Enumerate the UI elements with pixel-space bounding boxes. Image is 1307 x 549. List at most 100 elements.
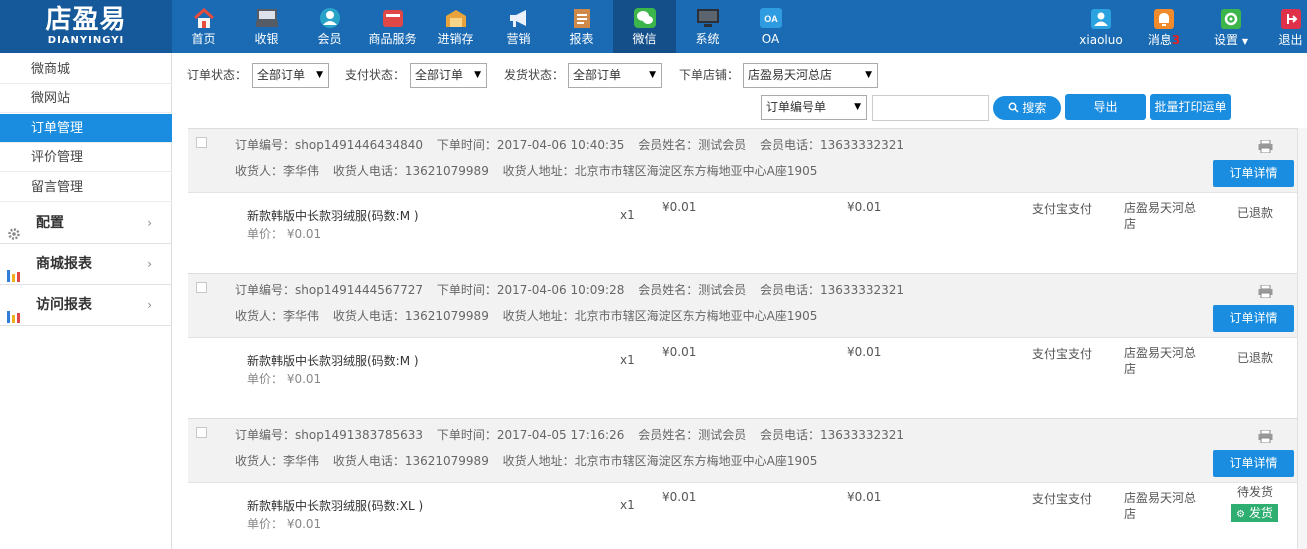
order-status-select[interactable]: 全部订单 ▼ <box>252 63 329 88</box>
printer-icon[interactable] <box>1258 284 1273 299</box>
receiver-phone: 收货人电话：13621079989 <box>332 164 489 178</box>
search-button-label: 搜索 <box>1022 101 1047 115</box>
chevron-right-icon: › <box>147 298 152 312</box>
search-input[interactable] <box>872 95 989 121</box>
nav-wechat[interactable]: 微信 <box>613 0 676 53</box>
order-detail-button[interactable]: 订单详情 <box>1213 305 1294 332</box>
chevron-right-icon: › <box>147 257 152 271</box>
member-icon <box>318 7 342 29</box>
ship-status-select[interactable]: 全部订单 ▼ <box>568 63 662 88</box>
order-time: 下单时间：2017-04-05 17:16:26 <box>436 428 625 442</box>
order-number: 订单编号：shop1491446434840 <box>235 138 424 152</box>
store-label: 下单店铺： <box>679 68 740 82</box>
sidebar-group-mall-report[interactable]: 商城报表 › <box>0 244 172 285</box>
order-store: 店盈易天河总店 <box>1124 201 1197 231</box>
logo[interactable]: 店盈易 DIANYINGYI <box>0 0 172 53</box>
sidebar-item-messages[interactable]: 留言管理 <box>0 173 172 202</box>
messages-count: 3 <box>1171 33 1181 47</box>
order-header: 订单编号：shop1491383785633 下单时间：2017-04-05 1… <box>188 418 1303 483</box>
nav-system[interactable]: 系统 <box>676 0 739 53</box>
member-name: 会员姓名：测试会员 <box>638 138 747 152</box>
printer-icon[interactable] <box>1258 139 1273 154</box>
order-checkbox[interactable] <box>196 427 207 438</box>
quantity: x1 <box>620 208 635 222</box>
bar-chart-icon <box>7 258 21 282</box>
logout-button[interactable]: 退出 <box>1274 0 1307 53</box>
order-store: 店盈易天河总店 <box>1124 346 1197 376</box>
store-value: 店盈易天河总店 <box>748 68 833 82</box>
settings-label: 设置 <box>1214 33 1239 47</box>
payment-method: 支付宝支付 <box>1032 492 1093 506</box>
pay-status-select[interactable]: 全部订单 ▼ <box>410 63 487 88</box>
gear-icon: ⚙ <box>1236 509 1246 520</box>
order-checkbox[interactable] <box>196 282 207 293</box>
chevron-down-icon: ▼ <box>316 70 323 80</box>
order-list: 订单编号：shop1491446434840 下单时间：2017-04-06 1… <box>172 128 1307 549</box>
search-field-select[interactable]: 订单编号单 ▼ <box>761 95 867 120</box>
nav-report[interactable]: 报表 <box>550 0 613 53</box>
sidebar-group-config[interactable]: 配置 › <box>0 203 172 244</box>
nav-label: 系统 <box>695 32 720 46</box>
scrollbar[interactable] <box>1297 128 1307 549</box>
username: xiaoluo <box>1079 33 1123 47</box>
order-status-value: 全部订单 <box>257 68 306 82</box>
logout-label: 退出 <box>1278 33 1303 47</box>
nav-home[interactable]: 首页 <box>172 0 235 53</box>
batch-print-button[interactable]: 批量打印运单 <box>1150 94 1231 120</box>
nav-member[interactable]: 会员 <box>298 0 361 53</box>
search-button[interactable]: 搜索 <box>993 96 1061 120</box>
wechat-icon <box>633 7 657 29</box>
monitor-icon <box>696 7 720 29</box>
sidebar-item-mall[interactable]: 微商城 <box>0 55 172 84</box>
chevron-down-icon: ▼ <box>649 70 656 80</box>
product-name: 新款韩版中长款羽绒服(码数:XL ) <box>247 499 424 513</box>
megaphone-icon <box>507 7 531 29</box>
sidebar-item-orders[interactable]: 订单管理 <box>0 114 172 143</box>
store-select[interactable]: 店盈易天河总店 ▼ <box>743 63 878 88</box>
sidebar-item-reviews[interactable]: 评价管理 <box>0 143 172 172</box>
nav-goods[interactable]: 商品服务 <box>361 0 424 53</box>
receiver-address: 收货人地址：北京市市辖区海淀区东方梅地亚中心A座1905 <box>502 309 818 323</box>
nav-label: 进销存 <box>437 32 474 46</box>
quantity: x1 <box>620 498 635 512</box>
product-amount: ¥0.01 <box>662 200 697 214</box>
pay-status-label: 支付状态： <box>345 68 406 82</box>
report-icon <box>570 7 594 29</box>
nav-oa[interactable]: OA OA <box>739 0 802 53</box>
export-button[interactable]: 导出 <box>1065 94 1146 120</box>
nav-label: 首页 <box>191 32 216 46</box>
paid-amount: ¥0.01 <box>847 200 882 214</box>
order-detail-button[interactable]: 订单详情 <box>1213 160 1294 187</box>
printer-icon[interactable] <box>1258 429 1273 444</box>
search-icon <box>1008 101 1023 115</box>
bell-icon <box>1154 9 1174 29</box>
receiver-name: 收货人：李华伟 <box>235 309 320 323</box>
gear-icon <box>7 217 21 240</box>
nav-label: 会员 <box>317 32 342 46</box>
order-row: 订单编号：shop1491446434840 下单时间：2017-04-06 1… <box>188 128 1303 274</box>
order-checkbox[interactable] <box>196 137 207 148</box>
nav-inventory[interactable]: 进销存 <box>424 0 487 53</box>
user-menu[interactable]: xiaoluo <box>1078 0 1124 53</box>
receiver-phone: 收货人电话：13621079989 <box>332 454 489 468</box>
oa-icon: OA <box>759 7 783 29</box>
ship-button[interactable]: ⚙ 发货 <box>1231 504 1278 522</box>
payment-method: 支付宝支付 <box>1032 347 1093 361</box>
sidebar-group-visit-report[interactable]: 访问报表 › <box>0 285 172 326</box>
unit-price: 单价： ¥0.01 <box>247 517 322 531</box>
settings-button[interactable]: 设置 ▼ <box>1210 0 1252 53</box>
messages-button[interactable]: 消息3 <box>1142 0 1186 53</box>
nav-marketing[interactable]: 营销 <box>487 0 550 53</box>
nav-cashier[interactable]: 收银 <box>235 0 298 53</box>
cash-register-icon <box>255 7 279 29</box>
paid-amount: ¥0.01 <box>847 345 882 359</box>
goods-icon <box>381 7 405 29</box>
receiver-address: 收货人地址：北京市市辖区海淀区东方梅地亚中心A座1905 <box>502 454 818 468</box>
svg-text:OA: OA <box>764 14 778 24</box>
chevron-down-icon: ▼ <box>1241 37 1248 46</box>
chevron-down-icon: ▼ <box>474 70 481 80</box>
sidebar-item-site[interactable]: 微网站 <box>0 84 172 113</box>
order-detail-button[interactable]: 订单详情 <box>1213 450 1294 477</box>
sidebar-group-label: 访问报表 <box>36 297 92 313</box>
order-status-label: 订单状态： <box>187 68 248 82</box>
